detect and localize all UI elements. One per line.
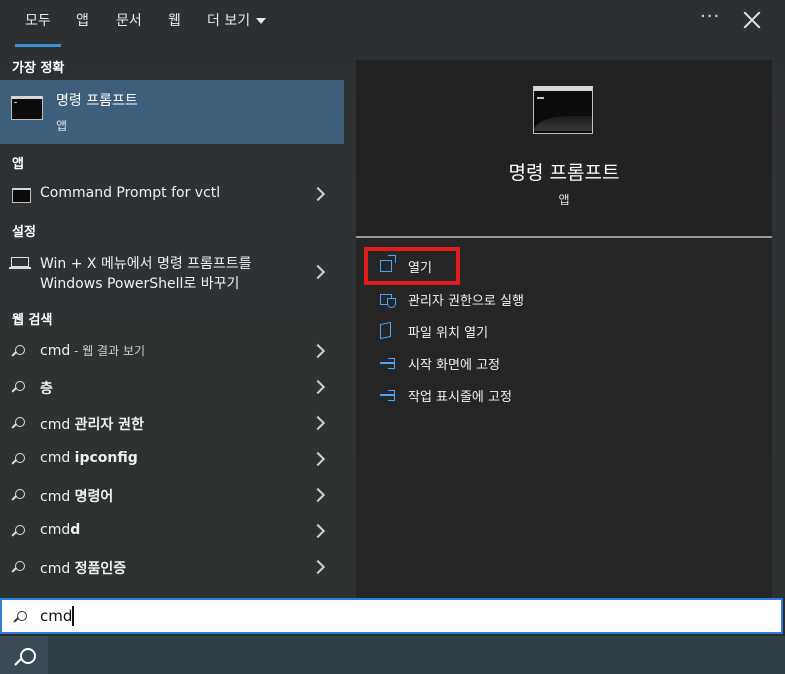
- web-result-bold: d: [70, 522, 81, 538]
- web-result-suffix: - 웹 결과 보기: [70, 344, 146, 358]
- taskbar: [0, 636, 785, 674]
- web-result-bold: 층: [40, 381, 53, 397]
- best-match-title: 명령 프롬프트: [56, 93, 138, 109]
- chevron-right-icon: [310, 343, 326, 359]
- chevron-right-icon: [310, 264, 326, 280]
- divider: [356, 236, 772, 238]
- web-result-bold: 명령어: [74, 489, 114, 505]
- web-result-item[interactable]: cmd - 웹 결과 보기: [0, 335, 344, 367]
- list-item-app[interactable]: Command Prompt for vctl: [0, 178, 344, 210]
- search-icon: [12, 453, 25, 465]
- action-label: 관리자 권한으로 실행: [408, 294, 524, 309]
- folder-icon: [380, 321, 391, 340]
- search-icon: [12, 345, 25, 357]
- web-result-bold: ipconfig: [74, 450, 138, 466]
- pin-icon: [380, 390, 395, 401]
- chevron-right-icon: [310, 186, 326, 202]
- filter-tab-bar: 모두 앱 문서 웹 더 보기 ···: [0, 0, 785, 47]
- list-item-label-line2: Windows PowerShell로 바꾸기: [40, 276, 240, 292]
- web-result-text: cmd: [40, 489, 75, 505]
- web-result-text: cmd: [40, 343, 71, 359]
- list-item-label: Command Prompt for vctl: [40, 185, 221, 201]
- search-icon: [12, 561, 25, 573]
- search-icon: [12, 489, 25, 501]
- tab-more[interactable]: 더 보기: [207, 11, 267, 35]
- web-result-label: cmd ipconfig: [40, 450, 138, 466]
- search-icon: [12, 417, 25, 429]
- tab-more-label: 더 보기: [207, 13, 251, 29]
- web-result-label: cmdd: [40, 522, 80, 538]
- web-result-bold: 관리자 권한: [74, 417, 144, 433]
- chevron-right-icon: [310, 487, 326, 503]
- section-header-apps: 앱: [12, 157, 24, 172]
- web-result-item[interactable]: cmd 관리자 권한: [0, 407, 344, 439]
- list-item-setting[interactable]: Win + X 메뉴에서 명령 프롬프트를 Windows PowerShell…: [0, 248, 344, 296]
- web-result-text: cmd: [40, 450, 75, 466]
- tab-documents[interactable]: 문서: [116, 11, 142, 35]
- web-result-item[interactable]: 층: [0, 371, 344, 403]
- section-header-settings: 설정: [12, 225, 36, 240]
- web-result-item[interactable]: cmd ipconfig: [0, 443, 344, 475]
- close-icon[interactable]: [741, 9, 763, 31]
- search-icon: [12, 525, 25, 537]
- chevron-right-icon: [310, 523, 326, 539]
- web-result-bold: 정품인증: [74, 561, 127, 577]
- command-prompt-icon: [533, 86, 593, 134]
- web-result-text: cmd: [40, 561, 75, 577]
- action-label: 작업 표시줄에 고정: [408, 390, 512, 405]
- search-icon: [14, 611, 27, 623]
- best-match-item[interactable]: [0, 80, 344, 144]
- web-result-text: cmd: [40, 522, 71, 538]
- list-item-label-line1: Win + X 메뉴에서 명령 프롬프트를: [40, 256, 252, 272]
- search-icon: [12, 381, 25, 393]
- chevron-right-icon: [310, 559, 326, 575]
- command-prompt-icon: [12, 188, 31, 203]
- tab-all[interactable]: 모두: [15, 11, 61, 47]
- tab-web[interactable]: 웹: [168, 11, 181, 35]
- text-caret: [72, 606, 74, 626]
- web-result-item[interactable]: cmd 정품인증: [0, 551, 344, 583]
- web-result-item[interactable]: cmdd: [0, 515, 344, 547]
- pin-icon: [380, 358, 395, 369]
- best-match-subtitle: 앱: [56, 119, 68, 133]
- admin-shield-icon: [380, 294, 396, 308]
- web-result-label: cmd 정품인증: [40, 558, 126, 578]
- web-result-label: cmd 관리자 권한: [40, 414, 144, 434]
- search-icon: [15, 648, 36, 666]
- preview-subtitle: 앱: [558, 193, 570, 207]
- search-input-value: cmd: [40, 607, 73, 625]
- action-label: 파일 위치 열기: [408, 326, 489, 341]
- search-input[interactable]: cmd: [0, 598, 783, 634]
- display-settings-icon: [9, 257, 31, 269]
- ellipsis-icon[interactable]: ···: [700, 6, 720, 27]
- action-label: 시작 화면에 고정: [408, 358, 500, 373]
- chevron-right-icon: [310, 379, 326, 395]
- tab-apps[interactable]: 앱: [76, 11, 89, 35]
- section-header-best-match: 가장 정확: [12, 61, 65, 76]
- section-header-web-search: 웹 검색: [12, 313, 53, 328]
- web-result-item[interactable]: cmd 명령어: [0, 479, 344, 511]
- web-result-text: cmd: [40, 417, 75, 433]
- command-prompt-icon: [11, 96, 43, 120]
- preview-title: 명령 프롬프트: [508, 162, 620, 184]
- highlight-box: [364, 247, 460, 285]
- chevron-right-icon: [310, 451, 326, 467]
- web-result-label: cmd 명령어: [40, 486, 113, 506]
- web-result-label: cmd - 웹 결과 보기: [40, 342, 145, 359]
- caret-down-icon: [256, 18, 267, 24]
- chevron-right-icon: [310, 415, 326, 431]
